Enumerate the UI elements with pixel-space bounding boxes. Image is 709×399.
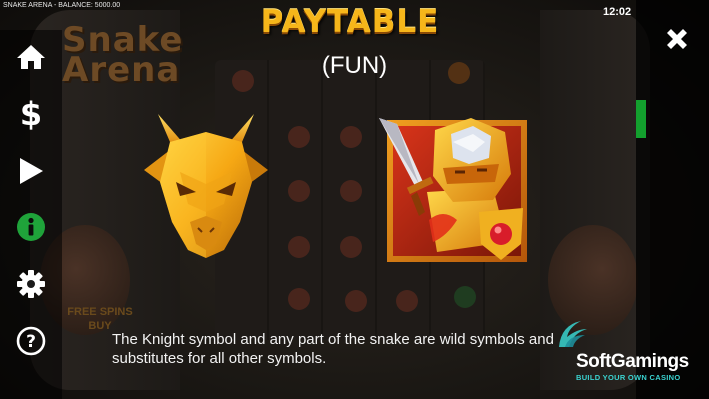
settings-button[interactable] xyxy=(14,267,48,301)
knight-symbol-icon xyxy=(379,118,527,262)
dollar-icon: $ xyxy=(20,97,42,131)
bg-symbol xyxy=(288,180,310,202)
autoplay-button[interactable] xyxy=(14,154,48,188)
bg-symbol xyxy=(345,290,367,312)
play-icon xyxy=(20,158,43,184)
paytable-mode: (FUN) xyxy=(321,52,388,79)
softgamings-logo: SoftGamings BUILD YOUR OWN CASINO xyxy=(555,317,695,387)
bg-symbol xyxy=(340,180,362,202)
brand-tagline: BUILD YOUR OWN CASINO xyxy=(576,373,681,382)
scrollbar-thumb[interactable] xyxy=(636,100,646,138)
question-icon: ? xyxy=(16,326,46,356)
bg-symbol xyxy=(454,286,476,308)
gear-icon xyxy=(17,270,45,298)
brand-name: SoftGamings xyxy=(576,351,689,372)
info-button[interactable] xyxy=(14,210,48,244)
svg-text:$: $ xyxy=(20,97,42,131)
paytable-description: The Knight symbol and any part of the sn… xyxy=(112,331,554,367)
svg-text:?: ? xyxy=(26,332,36,352)
bg-symbol xyxy=(288,126,310,148)
bg-symbol xyxy=(396,290,418,312)
bet-button[interactable]: $ xyxy=(14,97,48,131)
bg-symbol xyxy=(288,288,310,310)
dragon-symbol-icon xyxy=(144,114,268,258)
softgamings-swirl-icon xyxy=(559,321,587,347)
help-button[interactable]: ? xyxy=(14,324,48,358)
info-icon xyxy=(17,213,45,241)
bg-symbol xyxy=(340,236,362,258)
paytable-title: PAYTABLE xyxy=(260,4,440,40)
bg-symbol xyxy=(288,236,310,258)
bg-symbol xyxy=(340,126,362,148)
